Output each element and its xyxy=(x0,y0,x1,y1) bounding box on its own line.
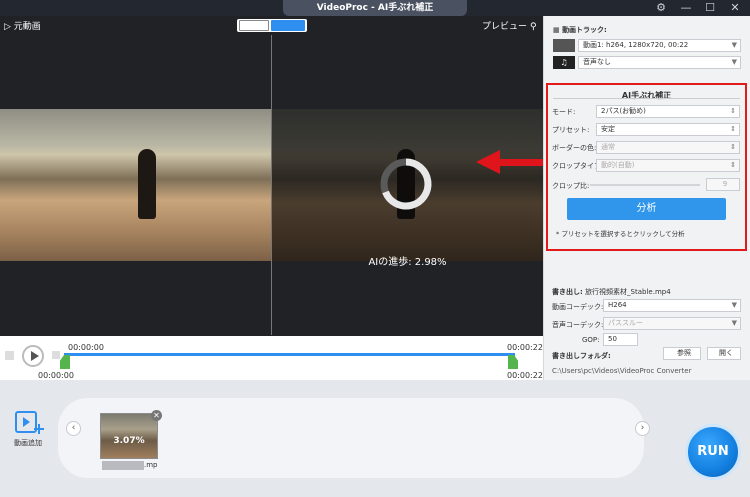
preset-select[interactable]: 安定 ⇕ xyxy=(596,123,740,136)
border-color-label: ボーダーの色: xyxy=(552,144,597,152)
zoom-icon[interactable]: ⚲ xyxy=(530,20,537,34)
thumbnail-progress: 3.07% xyxy=(113,436,145,446)
audio-codec-value: パススルー xyxy=(608,319,643,327)
preset-label: プリセット: xyxy=(552,126,590,134)
thumbnail-filename: .mp xyxy=(144,461,158,469)
output-label: 書き出し: xyxy=(552,288,583,296)
mode-value: 2パス(お勧め) xyxy=(601,107,646,115)
output-folder-path: C:\Users\pc\Videos\VideoProc Converter xyxy=(552,367,692,375)
video-codec-value: H264 xyxy=(608,301,627,309)
single-view-icon[interactable] xyxy=(239,20,269,31)
close-button[interactable]: ✕ xyxy=(724,0,746,16)
video-track-heading: ▦ 動画トラック: xyxy=(553,25,607,35)
gop-label: GOP: xyxy=(582,336,600,344)
crop-ratio-slider[interactable] xyxy=(590,184,700,186)
audio-codec-select[interactable]: パススルー ▼ xyxy=(603,317,741,330)
grid-icon[interactable] xyxy=(52,351,60,359)
remove-thumbnail-icon[interactable]: ✕ xyxy=(151,410,162,421)
pointer-arrow xyxy=(498,159,543,166)
crop-type-select[interactable]: 動的(自動) ⇕ xyxy=(596,159,740,172)
divider xyxy=(553,98,740,99)
film-icon: ▦ xyxy=(553,26,563,34)
video-track-heading-text: 動画トラック: xyxy=(562,26,607,34)
ai-progress-text: AIの進歩: 2.98% xyxy=(368,257,447,268)
scroll-left-icon[interactable]: ‹ xyxy=(66,421,81,436)
run-button[interactable]: RUN xyxy=(685,424,741,480)
video-track-select[interactable]: 動画1: h264, 1280x720, 00:22 ▼ xyxy=(578,39,741,52)
play-button[interactable] xyxy=(22,345,44,367)
browse-button[interactable]: 参照 xyxy=(663,347,701,360)
crop-ratio-label: クロップ比: xyxy=(552,182,590,190)
stabilize-heading: AI手ぶれ補正 xyxy=(621,91,672,100)
preview-label: プレビュー xyxy=(482,22,528,32)
crop-type-value: 動的(自動) xyxy=(601,161,635,169)
split-view-icon[interactable] xyxy=(271,20,305,31)
time-end: 00:00:22 xyxy=(507,343,543,352)
runner-figure xyxy=(138,149,156,219)
video-thumb-icon xyxy=(553,39,575,52)
border-color-value: 通常 xyxy=(601,143,615,151)
original-video-frame xyxy=(0,109,271,261)
grid-icon[interactable] xyxy=(5,351,14,360)
mode-select[interactable]: 2パス(お勧め) ⇕ xyxy=(596,105,740,118)
audio-codec-label: 音声コーデック: xyxy=(552,321,604,329)
border-color-select[interactable]: 通常 ⇕ xyxy=(596,141,740,154)
crop-ratio-input[interactable]: 9 xyxy=(706,178,740,191)
minimize-button[interactable]: — xyxy=(675,0,697,16)
progress-spinner-icon xyxy=(380,158,432,210)
trim-start-time: 00:00:00 xyxy=(38,371,74,380)
scroll-right-icon[interactable]: › xyxy=(635,421,650,436)
trim-end-time: 00:00:22 xyxy=(507,371,543,380)
output-filename[interactable]: 旅行視頻素材_Stable.mp4 xyxy=(585,288,671,296)
output-folder-label: 書き出しフォルダ: xyxy=(552,352,611,360)
add-video-icon[interactable] xyxy=(15,410,47,436)
video-codec-label: 動画コーデック: xyxy=(552,303,604,311)
original-video-label: ▷ 元動画 xyxy=(4,22,41,32)
video-codec-select[interactable]: H264 ▼ xyxy=(603,299,741,312)
music-icon: ♫ xyxy=(553,56,575,69)
gear-icon[interactable]: ⚙ xyxy=(650,0,672,16)
window-title: VideoProc - AI手ぶれ補正 xyxy=(283,0,467,16)
open-button[interactable]: 開く xyxy=(707,347,741,360)
arrow-head-icon xyxy=(476,150,500,174)
analyze-hint: * プリセットを選択するとクリックして分析 xyxy=(556,230,685,238)
add-video-label[interactable]: 動画追加 xyxy=(14,438,42,448)
timeline-track[interactable] xyxy=(64,353,515,356)
analyze-button[interactable]: 分析 xyxy=(567,198,726,220)
audio-track-select[interactable]: 音声なし ▼ xyxy=(578,56,741,69)
redacted-filename xyxy=(102,461,144,470)
gop-input[interactable]: 50 xyxy=(603,333,638,346)
audio-track-value: 音声なし xyxy=(583,58,611,66)
preset-value: 安定 xyxy=(601,125,615,133)
time-start: 00:00:00 xyxy=(68,343,104,352)
mode-label: モード: xyxy=(552,108,576,116)
export-output-row: 書き出し: 旅行視頻素材_Stable.mp4 xyxy=(552,287,671,297)
video-track-value: 動画1: h264, 1280x720, 00:22 xyxy=(583,41,689,49)
maximize-button[interactable]: ☐ xyxy=(699,0,721,16)
